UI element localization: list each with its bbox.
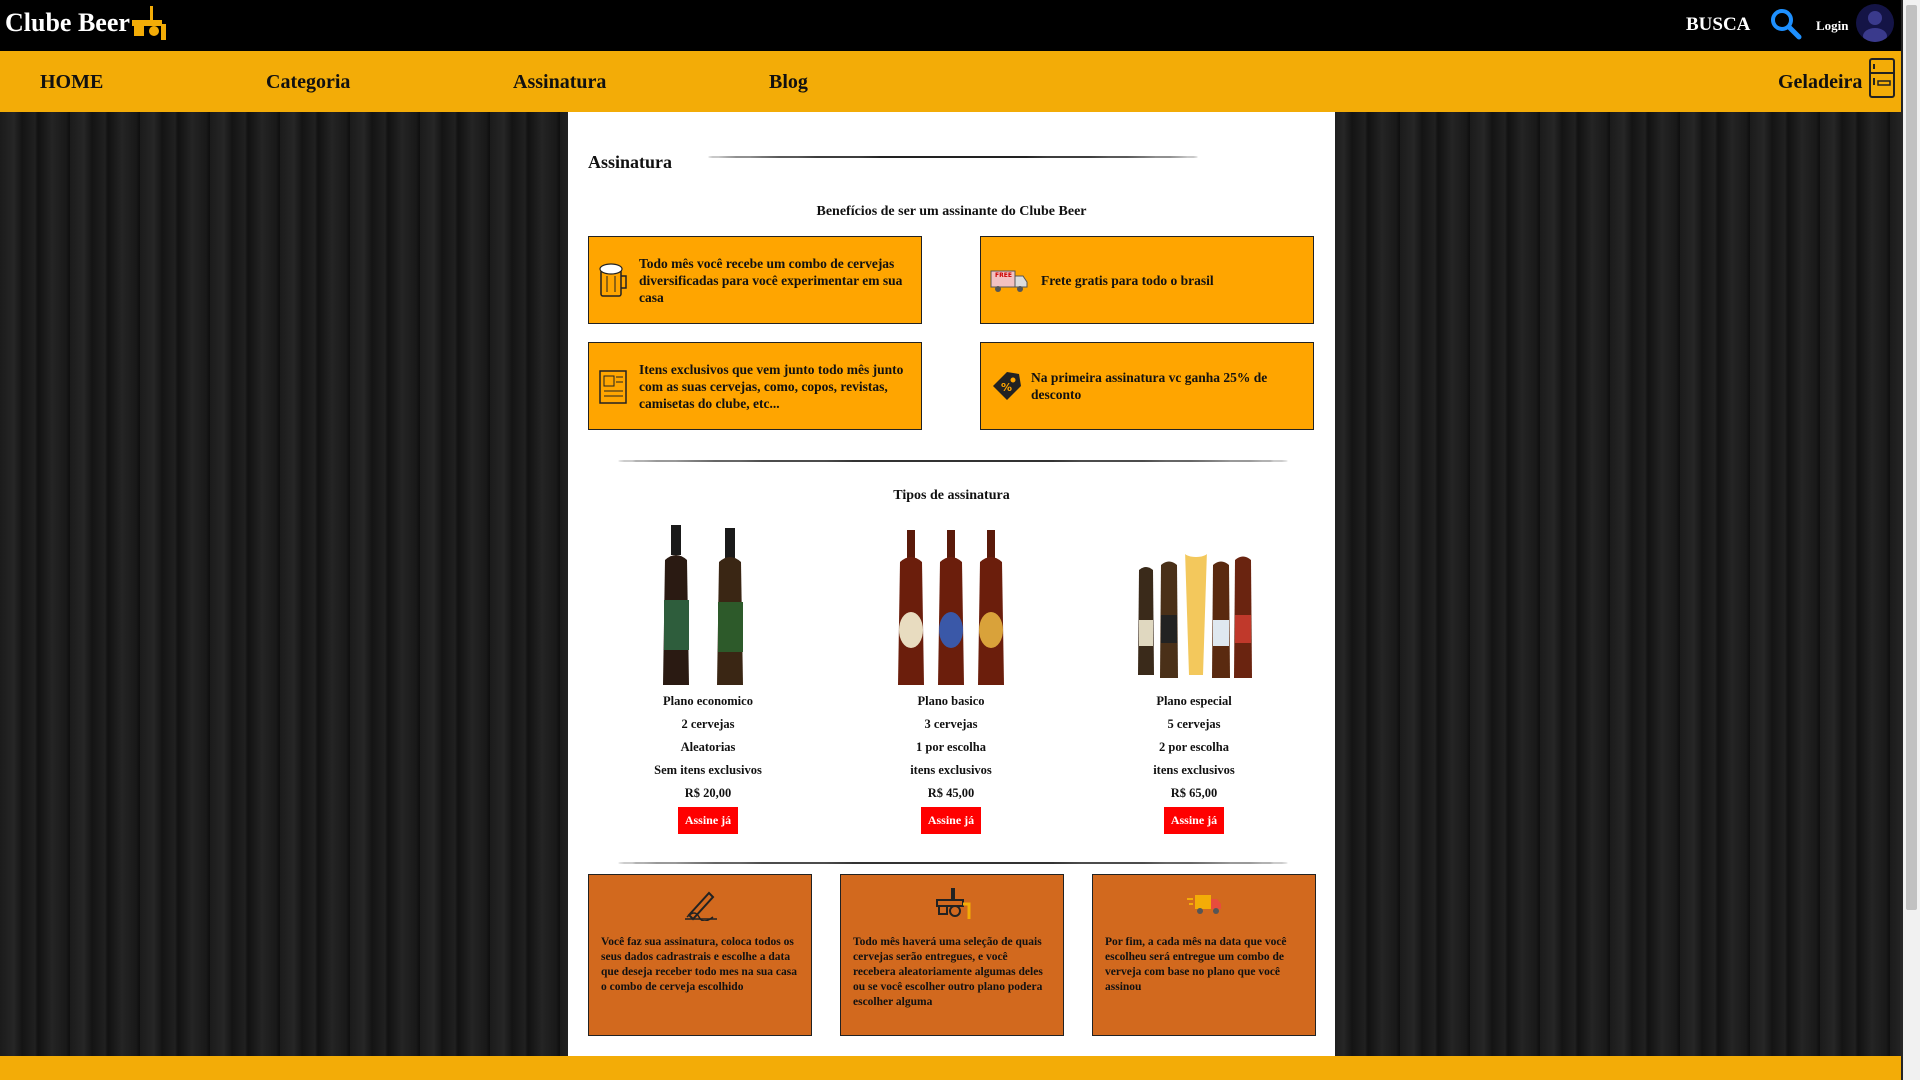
beer-tap-logo-icon xyxy=(132,6,166,40)
top-bar: Clube Beer BUSCA Login xyxy=(0,0,1901,51)
benefit-card: Todo mês você recebe um combo de cerveja… xyxy=(588,236,922,324)
plan-card: Plano especial 5 cervejas 2 por escolha … xyxy=(1094,520,1294,834)
fridge-icon[interactable] xyxy=(1868,57,1896,99)
plan-items: itens exclusivos xyxy=(1153,763,1235,777)
plan-price: R$ 20,00 xyxy=(684,786,732,800)
content-panel: Assinatura Benefícios de ser um assinant… xyxy=(568,112,1335,1056)
svg-text:FREE: FREE xyxy=(995,272,1012,279)
step-card: Todo mês haverá uma seleção de quais cer… xyxy=(840,874,1064,1036)
step-text: Todo mês haverá uma seleção de quais cer… xyxy=(853,936,1043,1008)
plan-name: Plano economico xyxy=(663,694,753,708)
beer-tap-icon xyxy=(936,888,971,919)
footer xyxy=(0,1056,1901,1080)
subscribe-button[interactable]: Assine já xyxy=(677,807,739,834)
benefit-card: FREE Frete gratis para todo o brasil xyxy=(980,236,1314,324)
page-title: Assinatura xyxy=(588,152,673,172)
signature-pen-icon xyxy=(685,891,717,921)
nav-item-blog[interactable]: Blog xyxy=(769,71,808,94)
nav-item-categoria[interactable]: Categoria xyxy=(266,71,350,94)
title-divider xyxy=(708,156,1198,158)
benefit-text: Todo mês você recebe um combo de cerveja… xyxy=(639,255,903,305)
site-logo-text[interactable]: Clube Beer xyxy=(5,8,130,38)
plan-price: R$ 45,00 xyxy=(927,786,975,800)
plan-beer-image xyxy=(1129,520,1259,690)
plan-beers: 3 cervejas xyxy=(924,717,978,731)
plan-card: Plano basico 3 cervejas 1 por escolha it… xyxy=(851,520,1051,834)
step-card: Você faz sua assinatura, coloca todos os… xyxy=(588,874,812,1036)
benefit-card: Itens exclusivos que vem junto todo mês … xyxy=(588,342,922,430)
plan-card: Plano economico 2 cervejas Aleatorias Se… xyxy=(608,520,808,834)
login-link[interactable]: Login xyxy=(1816,18,1849,34)
benefit-text: Frete gratis para todo o brasil xyxy=(1041,272,1214,288)
beer-mug-icon xyxy=(599,263,627,297)
delivery-truck-icon xyxy=(1187,895,1221,914)
plan-beers: 5 cervejas xyxy=(1167,717,1221,731)
benefit-card: % Na primeira assinatura vc ganha 25% de… xyxy=(980,342,1314,430)
step-card: Por fim, a cada mês na data que você esc… xyxy=(1092,874,1316,1036)
search-icon[interactable] xyxy=(1770,8,1802,40)
subscribe-button[interactable]: Assine já xyxy=(920,807,982,834)
step-text: Você faz sua assinatura, coloca todos os… xyxy=(601,936,798,993)
section-divider xyxy=(618,862,1288,864)
step-text: Por fim, a cada mês na data que você esc… xyxy=(1105,936,1287,993)
scrollbar-thumb[interactable] xyxy=(1906,5,1917,910)
benefit-text: Itens exclusivos que vem junto todo mês … xyxy=(639,361,904,411)
fridge-link[interactable]: Geladeira xyxy=(1778,71,1862,94)
newspaper-icon xyxy=(599,370,627,404)
search-label[interactable]: BUSCA xyxy=(1686,14,1750,36)
main-nav: HOME Categoria Assinatura Blog Geladeira xyxy=(0,51,1901,112)
plan-items: Sem itens exclusivos xyxy=(654,763,762,777)
plan-beers: 2 cervejas xyxy=(681,717,735,731)
user-avatar-icon[interactable] xyxy=(1856,4,1894,42)
benefits-heading: Benefícios de ser um assinante do Clube … xyxy=(816,204,1087,219)
nav-item-home[interactable]: HOME xyxy=(40,71,103,94)
plan-beer-image xyxy=(643,520,773,690)
page-scrollbar[interactable] xyxy=(1903,0,1920,1080)
plan-items: itens exclusivos xyxy=(910,763,992,777)
plan-choice: Aleatorias xyxy=(680,740,736,754)
plan-name: Plano especial xyxy=(1156,694,1232,708)
free-delivery-truck-icon: FREE xyxy=(990,270,1028,292)
plan-choice: 1 por escolha xyxy=(916,740,986,754)
benefit-text: Na primeira assinatura vc ganha 25% de d… xyxy=(1031,370,1268,402)
plan-choice: 2 por escolha xyxy=(1159,740,1229,754)
plan-beer-image xyxy=(886,520,1016,690)
plan-name: Plano basico xyxy=(917,694,985,708)
nav-item-assinatura[interactable]: Assinatura xyxy=(513,71,606,94)
svg-text:%: % xyxy=(1001,381,1012,394)
plan-price: R$ 65,00 xyxy=(1170,786,1218,800)
section-divider xyxy=(618,460,1288,462)
plans-heading: Tipos de assinatura xyxy=(893,488,1010,503)
discount-tag-icon: % xyxy=(993,372,1021,400)
subscribe-button[interactable]: Assine já xyxy=(1163,807,1225,834)
